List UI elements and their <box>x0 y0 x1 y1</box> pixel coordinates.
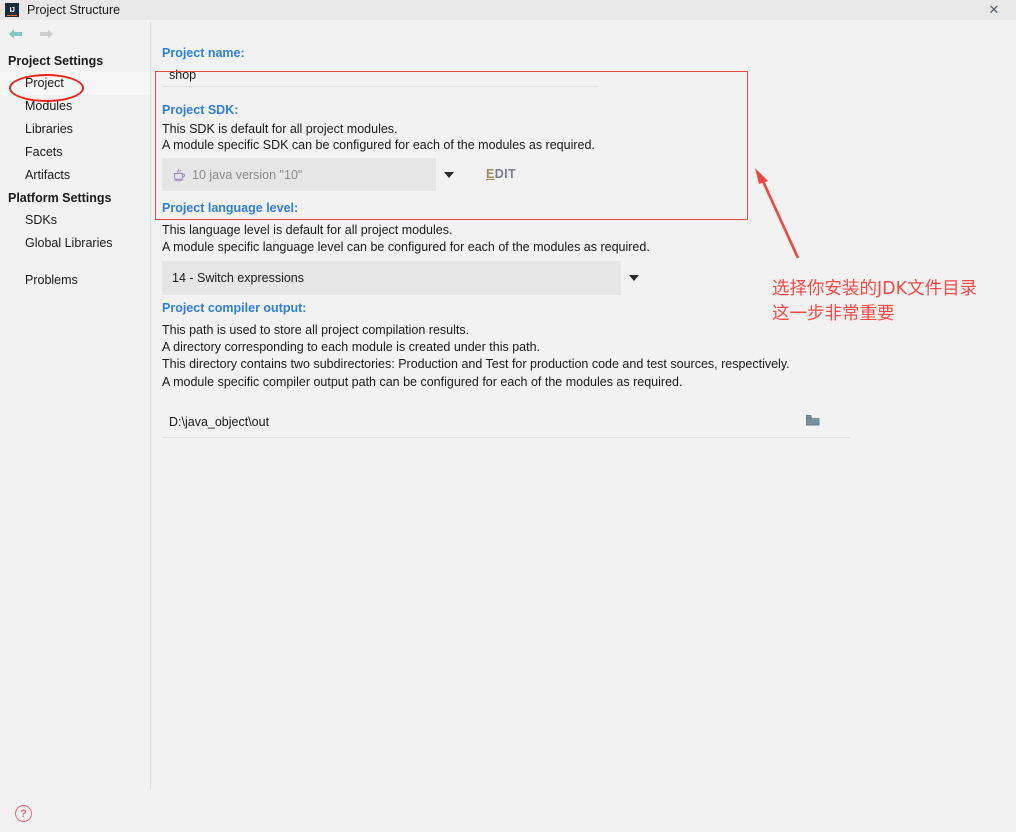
folder-icon[interactable] <box>805 413 821 432</box>
caret-down-shape-language <box>629 275 639 281</box>
compiler-output-underline <box>162 437 850 438</box>
project-sdk-desc-2: A module specific SDK can be configured … <box>162 138 595 152</box>
edit-rest: DIT <box>494 167 517 181</box>
sidebar-group-project-settings: Project Settings <box>8 54 104 68</box>
project-name-underline <box>162 86 599 87</box>
language-level-desc-1: This language level is default for all p… <box>162 223 453 237</box>
project-settings-panel: Project name: shop Project SDK: This SDK… <box>151 20 1016 790</box>
compiler-output-desc-3: This directory contains two subdirectori… <box>162 357 790 371</box>
project-sdk-selected-value-wrap: 10 java version "10" <box>162 167 436 182</box>
compiler-output-desc-4: A module specific compiler output path c… <box>162 375 683 389</box>
edit-mnemonic: E <box>486 167 495 181</box>
language-level-selected-value: 14 - Switch expressions <box>172 271 305 285</box>
compiler-output-input[interactable]: D:\java_object\out <box>169 415 269 429</box>
sidebar-group-platform-settings: Platform Settings <box>8 191 112 205</box>
project-sdk-desc-1: This SDK is default for all project modu… <box>162 122 398 136</box>
project-sdk-selected-value: 10 java version "10" <box>192 167 303 182</box>
project-sdk-combobox[interactable]: 10 java version "10" <box>162 158 462 191</box>
project-structure-dialog: IJ Project Structure ✕ Project Settings … <box>0 0 1016 832</box>
language-level-desc-2: A module specific language level can be … <box>162 240 650 254</box>
intellij-idea-icon: IJ <box>5 3 19 17</box>
close-icon[interactable]: ✕ <box>972 0 1016 20</box>
project-sdk-label: Project SDK: <box>162 103 239 117</box>
compiler-output-label: Project compiler output: <box>162 301 307 315</box>
navigation-bar <box>0 22 150 46</box>
sidebar-item-project[interactable]: Project <box>0 72 150 95</box>
language-level-combobox[interactable]: 14 - Switch expressions <box>162 261 647 295</box>
annotation-line-2: 这一步非常重要 <box>772 304 895 324</box>
compiler-output-desc-2: A directory corresponding to each module… <box>162 340 540 354</box>
edit-sdk-button[interactable]: EDIT <box>486 167 516 181</box>
sidebar-item-artifacts[interactable]: Artifacts <box>0 164 150 187</box>
arrow-left-icon[interactable] <box>4 22 28 46</box>
chevron-down-icon[interactable] <box>436 158 462 191</box>
sidebar-item-global-libraries[interactable]: Global Libraries <box>0 232 150 255</box>
window-title: Project Structure <box>27 3 121 17</box>
caret-down-shape <box>444 171 454 178</box>
sidebar-item-modules[interactable]: Modules <box>0 95 150 118</box>
arrow-right-icon <box>34 22 58 46</box>
project-name-label: Project name: <box>162 46 245 60</box>
compiler-output-desc-1: This path is used to store all project c… <box>162 323 470 337</box>
sidebar-item-problems[interactable]: Problems <box>0 269 150 292</box>
dialog-footer: https://blog.csdn.net/windowsxp18 OK CAN… <box>0 790 1016 832</box>
language-level-label: Project language level: <box>162 201 299 215</box>
sidebar-item-libraries[interactable]: Libraries <box>0 118 150 141</box>
sidebar-item-sdks[interactable]: SDKs <box>0 209 150 232</box>
project-name-input[interactable]: shop <box>169 68 196 82</box>
window-titlebar: IJ Project Structure ✕ <box>0 0 1016 20</box>
annotation-line-1: 选择你安装的JDK文件目录 <box>772 279 978 299</box>
question-mark-icon[interactable]: ? <box>15 805 32 822</box>
java-icon <box>172 167 186 182</box>
sidebar-item-facets[interactable]: Facets <box>0 141 150 164</box>
settings-sidebar: Project Settings Project Modules Librari… <box>0 50 150 790</box>
chevron-down-icon-language[interactable] <box>621 261 647 295</box>
